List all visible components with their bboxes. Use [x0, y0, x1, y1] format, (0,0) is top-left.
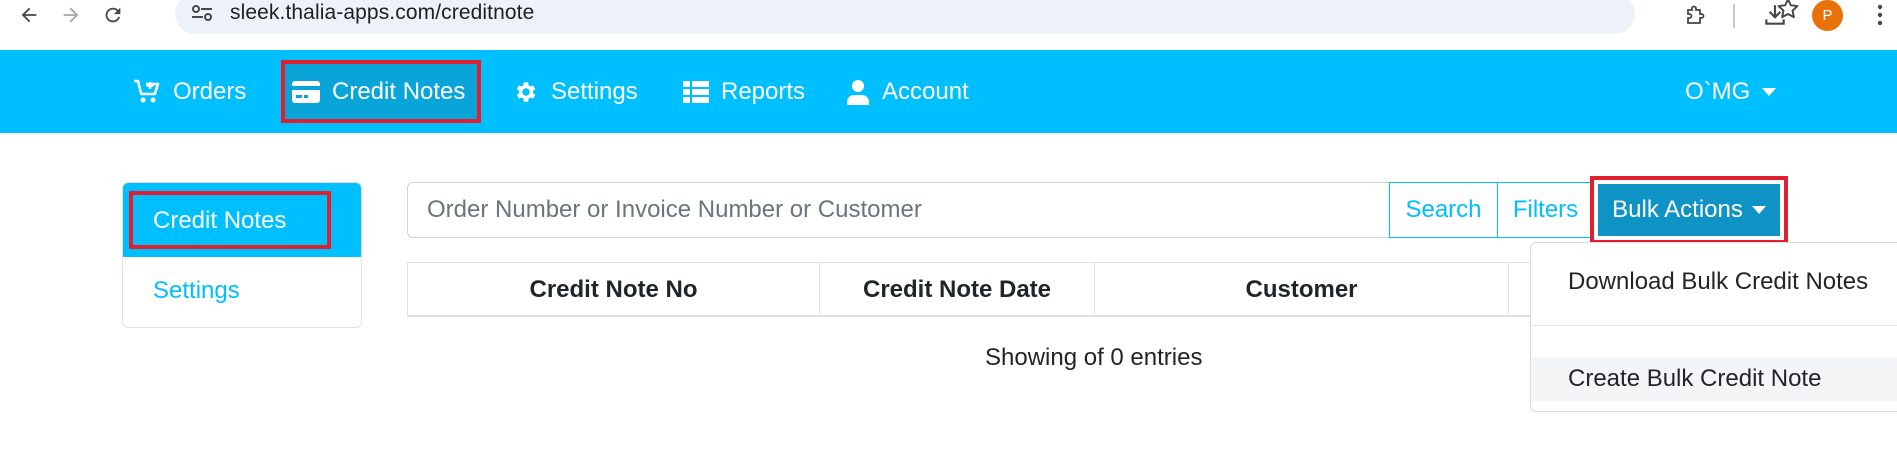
nav-item-settings[interactable]: Settings — [513, 50, 638, 133]
nav-item-account[interactable]: Account — [846, 50, 969, 133]
nav-label-credit-notes: Credit Notes — [332, 77, 466, 105]
nav-label-settings: Settings — [551, 77, 638, 105]
bulk-actions-label: Bulk Actions — [1612, 196, 1743, 223]
site-info-icon[interactable] — [190, 2, 214, 29]
chevron-down-icon — [1751, 206, 1766, 214]
entries-info: Showing of 0 entries — [985, 344, 1203, 371]
search-placeholder: Order Number or Invoice Number or Custom… — [427, 196, 922, 223]
filters-button[interactable]: Filters — [1497, 182, 1594, 238]
sidebar-item-settings[interactable]: Settings — [123, 257, 361, 327]
download-icon[interactable] — [1759, 0, 1791, 30]
address-bar[interactable]: sleek.thalia-apps.com/creditnote — [175, 0, 1799, 34]
chevron-down-icon — [1762, 87, 1777, 96]
column-header-credit-note-no[interactable]: Credit Note No — [407, 263, 819, 316]
menu-item-download-bulk-credit-notes[interactable]: Download Bulk Credit Notes — [1531, 260, 1897, 304]
search-button[interactable]: Search — [1389, 182, 1498, 238]
user-menu-dropdown[interactable]: O`MG — [1685, 50, 1777, 133]
url-text: sleek.thalia-apps.com/creditnote — [230, 1, 535, 24]
extensions-puzzle-icon[interactable] — [1680, 0, 1710, 30]
nav-label-reports: Reports — [721, 77, 806, 105]
menu-item-create-bulk-credit-note[interactable]: Create Bulk Credit Note — [1531, 357, 1897, 401]
bulk-actions-highlight: Bulk Actions — [1590, 176, 1788, 244]
sidebar-item-credit-notes[interactable]: Credit Notes — [123, 183, 361, 257]
nav-item-orders[interactable]: Orders — [133, 50, 246, 133]
back-arrow-icon[interactable] — [14, 0, 44, 30]
nav-item-reports[interactable]: Reports — [683, 50, 805, 133]
forward-arrow-icon[interactable] — [56, 0, 86, 30]
bulk-actions-button[interactable]: Bulk Actions — [1598, 184, 1780, 236]
credit-card-icon — [292, 80, 320, 103]
gear-icon — [513, 79, 539, 105]
more-menu-icon[interactable] — [1870, 0, 1890, 30]
nav-label-orders: Orders — [173, 77, 247, 105]
menu-divider — [1531, 325, 1897, 326]
search-input[interactable]: Order Number or Invoice Number or Custom… — [407, 182, 1391, 238]
table-list-icon — [683, 80, 709, 103]
toolbar-divider — [1733, 4, 1735, 28]
top-navbar: Orders Credit Notes Settings Reports Acc — [0, 50, 1897, 133]
sidebar-label-credit-notes: Credit Notes — [153, 207, 287, 234]
column-header-customer[interactable]: Customer — [1094, 263, 1508, 316]
nav-item-credit-notes[interactable]: Credit Notes — [292, 50, 465, 133]
bulk-actions-menu: Download Bulk Credit Notes Create Bulk C… — [1530, 242, 1897, 412]
sidebar-label-settings: Settings — [153, 277, 240, 304]
user-menu-label: O`MG — [1685, 77, 1751, 105]
browser-toolbar: sleek.thalia-apps.com/creditnote P — [0, 0, 1897, 50]
user-icon — [846, 79, 870, 105]
page: sleek.thalia-apps.com/creditnote P Order… — [0, 0, 1897, 466]
nav-label-account: Account — [882, 77, 969, 105]
reload-icon[interactable] — [98, 0, 128, 30]
column-header-credit-note-date[interactable]: Credit Note Date — [819, 263, 1094, 316]
cart-plus-icon — [133, 79, 161, 105]
sidebar: Credit Notes Settings — [122, 182, 362, 328]
profile-avatar[interactable]: P — [1812, 0, 1843, 31]
credit-notes-table: Credit Note No Credit Note Date Customer — [407, 262, 1587, 317]
